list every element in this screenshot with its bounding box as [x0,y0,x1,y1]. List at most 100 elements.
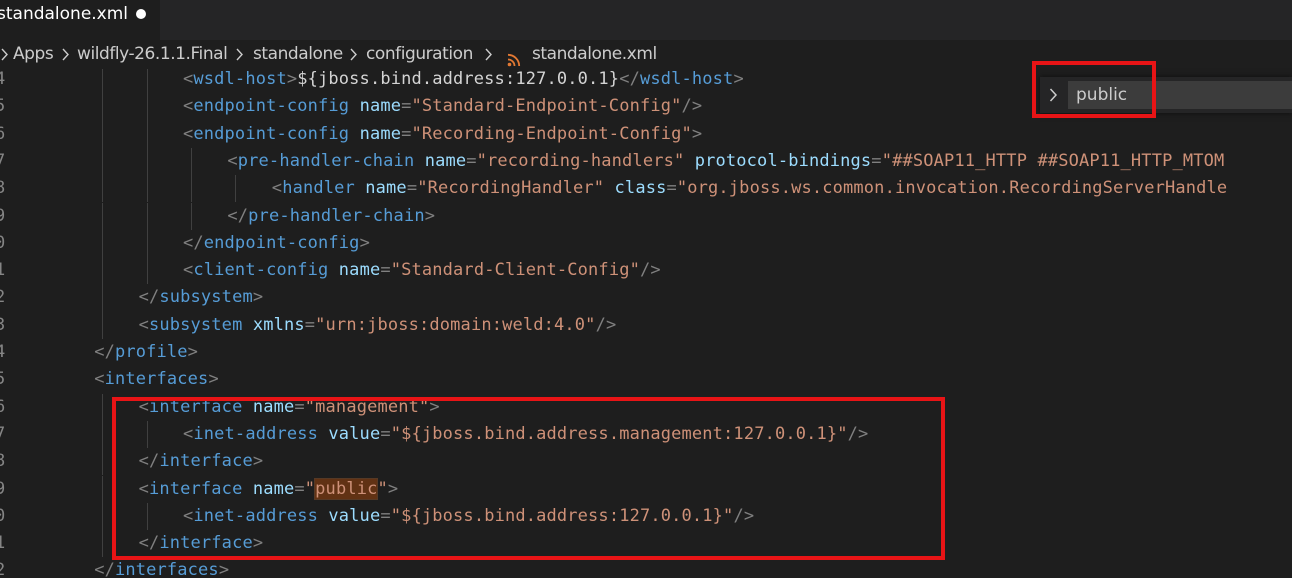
punctuation: > [429,396,440,417]
indent-guide [146,257,148,285]
find-widget [1040,77,1292,113]
code-line[interactable]: </interface> [139,448,264,475]
string-value: "recording-handlers" [476,150,685,171]
code-line[interactable]: <subsystem xmlns="urn:jboss:domain:weld:… [139,312,617,339]
tag-name: pre-handler-chain [248,205,425,226]
punctuation: > [387,478,399,499]
tag-name: subsystem [159,287,253,308]
punctuation: = [666,178,677,199]
unsaved-dot-icon[interactable] [136,9,146,19]
string-value: " [377,478,388,499]
punctuation: < [227,150,238,171]
indent-guide [102,147,104,176]
indent-guide [146,229,148,258]
punctuation: = [294,396,305,417]
tag-name: endpoint-config [203,232,360,253]
breadcrumb-item-wildfly[interactable]: wildfly-26.1.1.Final [77,40,228,69]
punctuation: </ [138,451,160,472]
text-content [242,397,252,417]
punctuation: > [359,232,370,253]
line-number: 1 [0,260,6,281]
code-line[interactable]: </profile> [94,339,198,366]
punctuation: </ [227,205,249,226]
indent-guide [146,175,148,203]
text-content [604,178,614,198]
code-line[interactable]: <pre-handler-chain name="recording-handl… [227,148,1224,175]
indent-guide [102,257,104,285]
code-line[interactable]: <endpoint-config name="Standard-Endpoint… [183,93,702,120]
breadcrumb-item-apps[interactable]: Apps [13,40,54,69]
breadcrumb-item-standalone[interactable]: standalone [253,40,343,69]
indent-guide [102,229,104,258]
indent-guide [102,448,104,476]
line-number: 5 [0,96,6,117]
code-line[interactable]: <inet-address value="${jboss.bind.addres… [183,421,868,448]
punctuation: = [380,423,391,444]
indent-guide [191,175,192,203]
string-value: "Recording-Endpoint-Config" [411,123,692,144]
tag-name: handler [282,178,355,199]
tab-standalone-xml[interactable]: standalone.xml [0,0,160,40]
punctuation: </ [94,560,115,578]
punctuation: /> [681,96,703,117]
code-line[interactable]: <handler name="RecordingHandler" class="… [272,175,1227,202]
tag-name: wsdl-host [639,69,734,89]
tag-name: interface [159,533,253,554]
find-match-highlight: public [314,477,379,500]
indent-guide [102,530,104,558]
line-number: 9 [0,205,6,226]
punctuation: /> [595,314,617,335]
code-line[interactable]: <endpoint-config name="Recording-Endpoin… [183,121,702,148]
code-line[interactable]: <interface name="management"> [139,394,440,421]
punctuation: < [94,369,105,390]
indent-guide [146,502,148,531]
indent-guide [102,311,104,339]
attribute-name: name [424,150,467,171]
chevron-right-icon[interactable] [1043,77,1067,113]
text-content [242,479,252,499]
attribute-name: name [252,396,295,417]
text-content [318,506,328,526]
punctuation: > [733,69,744,89]
code-line[interactable]: <interfaces> [94,366,219,393]
code-line[interactable]: <interface name="public"> [139,476,399,503]
tag-name: client-config [193,260,329,281]
text-content [684,151,694,171]
code-line[interactable]: </endpoint-config> [183,230,370,257]
string-value: "Standard-Client-Config" [390,260,640,281]
string-value: "urn:jboss:domain:weld:4.0" [315,314,596,335]
line-number: 7 [0,423,6,444]
text-content [349,96,359,116]
indent-guide [102,93,104,121]
punctuation: > [218,560,230,578]
find-input[interactable] [1068,81,1292,109]
punctuation: < [183,505,194,526]
punctuation: > [691,123,703,144]
string-value: "management" [304,396,430,417]
code-line[interactable]: </interface> [139,530,264,557]
string-value: "RecordingHandler" [417,178,605,199]
code-line[interactable]: <wsdl-host>${jboss.bind.address:127.0.0.… [183,69,744,93]
punctuation: < [138,478,149,499]
punctuation: > [424,205,436,226]
tag-name: pre-handler-chain [237,150,415,171]
line-number: 2 [0,287,6,308]
code-line[interactable]: </subsystem> [139,284,264,311]
punctuation: > [252,451,264,472]
code-line[interactable]: <inet-address value="${jboss.bind.addres… [183,503,754,530]
breadcrumb-item-configuration[interactable]: configuration [366,40,473,69]
punctuation: = [466,150,477,171]
code-line[interactable]: </pre-handler-chain> [227,203,435,230]
line-number: 3 [0,314,6,335]
code-line[interactable]: </interfaces> [94,557,229,578]
breadcrumb-item-file[interactable]: standalone.xml [532,40,657,69]
attribute-name: class [614,178,667,199]
attribute-name: name [359,96,402,117]
punctuation: = [294,478,305,499]
punctuation: /> [639,260,661,281]
indent-guide [102,502,104,531]
text-content [355,178,365,198]
code-line[interactable]: <client-config name="Standard-Client-Con… [183,257,661,284]
code-editor[interactable]: 4567890123456789012 <wsdl-host>${jboss.b… [0,69,1292,578]
indent-guide [102,69,104,94]
